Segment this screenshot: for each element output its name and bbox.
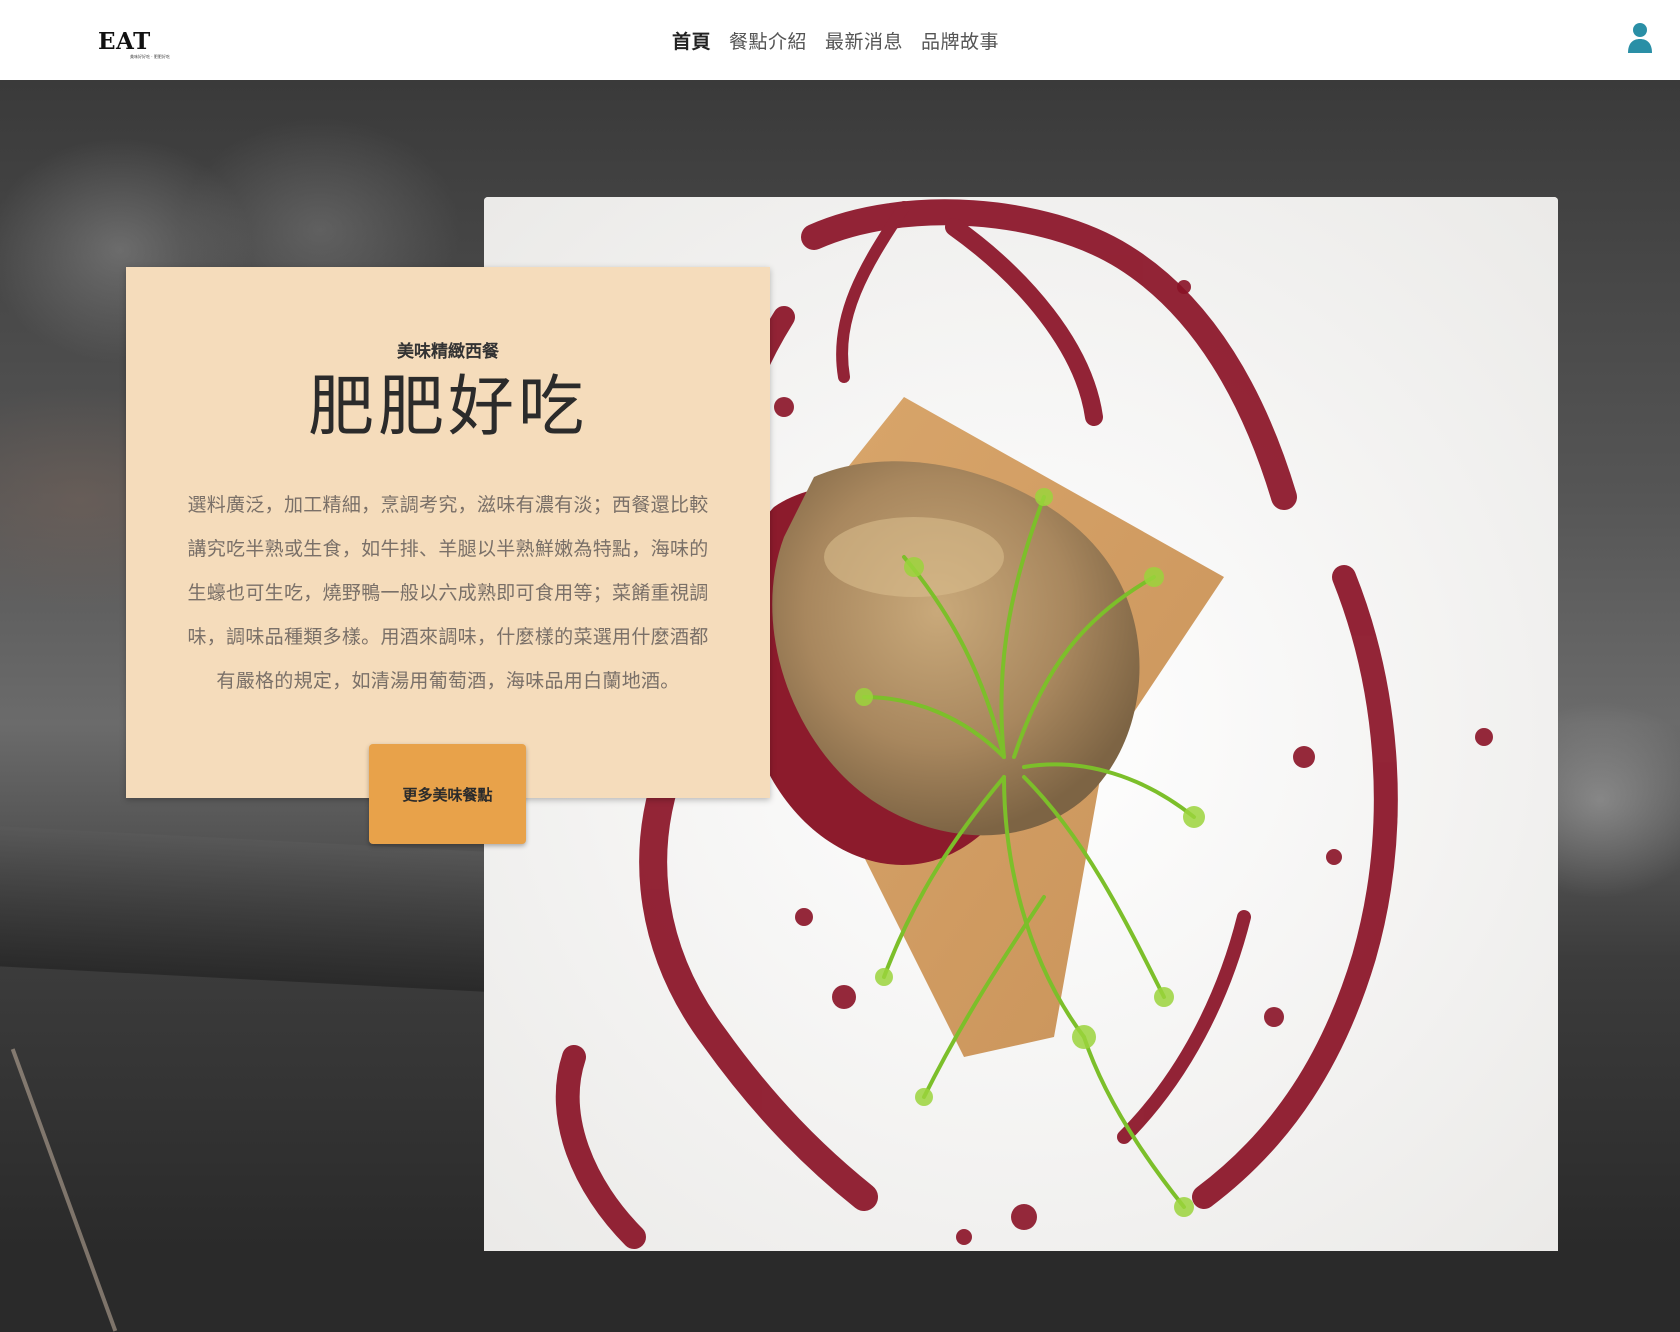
hero-title: 肥肥好吃 — [308, 368, 588, 445]
logo-text: EAT — [98, 28, 151, 55]
hero-subtitle: 美味精緻西餐 — [397, 342, 499, 362]
logo[interactable]: EAT 美味好好吃 · 肥肥好吃 — [98, 30, 178, 66]
hero-description: 選料廣泛，加工精細，烹調考究，滋味有濃有淡；西餐還比較講究吃半熟或生食，如牛排、… — [187, 494, 709, 692]
main-nav: 首頁 餐點介紹 最新消息 品牌故事 — [672, 24, 999, 56]
logo-subtext: 美味好好吃 · 肥肥好吃 — [130, 54, 170, 59]
nav-item-menu[interactable]: 餐點介紹 — [729, 27, 807, 54]
nav-item-news[interactable]: 最新消息 — [825, 27, 903, 54]
user-icon[interactable] — [1627, 22, 1653, 54]
hero-card: 美味精緻西餐 肥肥好吃 選料廣泛，加工精細，烹調考究，滋味有濃有淡；西餐還比較講… — [126, 267, 770, 798]
background-table — [0, 826, 520, 994]
more-dishes-button[interactable]: 更多美味餐點 — [369, 744, 526, 844]
nav-item-home[interactable]: 首頁 — [672, 27, 711, 54]
background-stick — [10, 1048, 118, 1332]
nav-item-brand-story[interactable]: 品牌故事 — [921, 27, 999, 54]
site-header: EAT 美味好好吃 · 肥肥好吃 首頁 餐點介紹 最新消息 品牌故事 — [0, 0, 1680, 80]
